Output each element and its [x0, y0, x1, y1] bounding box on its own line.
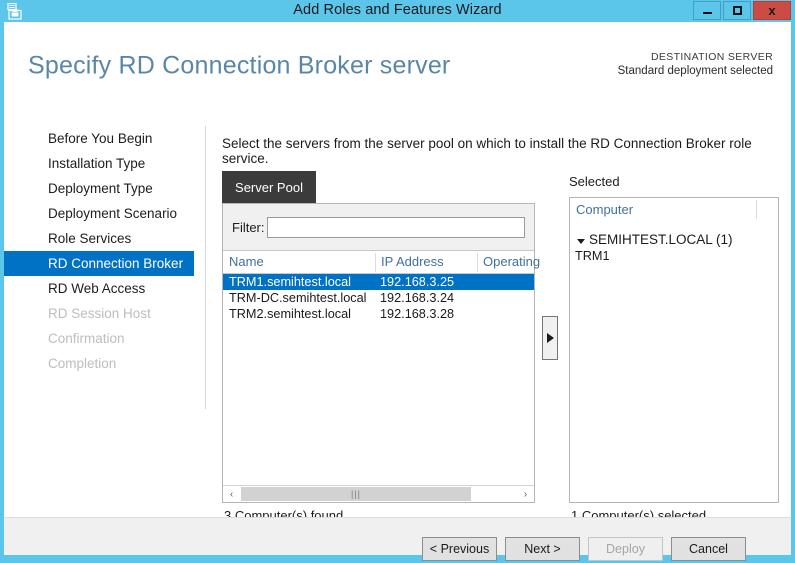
pool-column-headers: Name IP Address Operating	[223, 251, 540, 274]
selected-column-headers: Computer	[570, 198, 778, 221]
footer-bar: < Previous Next > Deploy Cancel	[4, 518, 791, 561]
table-row[interactable]: TRM-DC.semihtest.local 192.168.3.24	[223, 290, 534, 306]
instruction-text: Select the servers from the server pool …	[222, 136, 752, 166]
server-pool-panel: Filter: Name IP Address Operating TRM1.s…	[222, 203, 540, 503]
previous-button[interactable]: < Previous	[422, 537, 497, 561]
scrollbar-thumb[interactable]: |||	[241, 487, 471, 501]
maximize-button[interactable]	[723, 1, 751, 20]
sidebar-item-deployment-type[interactable]: Deployment Type	[4, 176, 200, 201]
wizard-steps-sidebar: Before You Begin Installation Type Deplo…	[4, 126, 200, 376]
sidebar-item-before-you-begin[interactable]: Before You Begin	[4, 126, 200, 151]
sidebar-item-installation-type[interactable]: Installation Type	[4, 151, 200, 176]
horizontal-scrollbar[interactable]: ‹ ||| ›	[223, 485, 534, 502]
column-divider	[477, 253, 478, 272]
selected-group-label[interactable]: SEMIHTEST.LOCAL (1)	[589, 232, 733, 247]
cell-name: TRM2.semihtest.local	[229, 307, 351, 321]
minimize-button[interactable]	[693, 1, 721, 20]
filter-row: Filter:	[223, 204, 534, 251]
destination-server-value: Standard deployment selected	[617, 65, 773, 77]
scroll-left-icon[interactable]: ‹	[223, 486, 240, 502]
column-header-computer[interactable]: Computer	[576, 202, 633, 217]
maximize-icon	[732, 6, 742, 15]
cell-name: TRM-DC.semihtest.local	[229, 291, 367, 305]
selected-servers-panel: Computer SEMIHTEST.LOCAL (1) TRM1	[569, 197, 779, 503]
cell-ip-address: 192.168.3.25	[380, 275, 455, 289]
window-controls: x	[693, 1, 791, 20]
sidebar-item-role-services[interactable]: Role Services	[4, 226, 200, 251]
add-arrow-icon	[546, 333, 554, 343]
destination-server-block: DESTINATION SERVER Standard deployment s…	[618, 50, 773, 78]
title-bar: Add Roles and Features Wizard x	[0, 0, 795, 22]
cell-ip-address: 192.168.3.28	[380, 307, 455, 321]
cell-ip-address: 192.168.3.24	[380, 291, 455, 305]
scroll-right-icon[interactable]: ›	[517, 486, 534, 502]
window-title: Add Roles and Features Wizard	[293, 2, 502, 18]
minimize-icon	[702, 12, 712, 14]
filter-input[interactable]	[267, 217, 525, 238]
sidebar-divider	[205, 126, 206, 409]
selected-server-item[interactable]: TRM1	[575, 249, 610, 263]
column-header-operating-system[interactable]: Operating	[483, 254, 540, 269]
column-header-name[interactable]: Name	[229, 254, 264, 269]
next-button[interactable]: Next >	[505, 537, 580, 561]
expander-collapse-icon[interactable]	[577, 239, 585, 244]
sidebar-item-rd-connection-broker[interactable]: RD Connection Broker	[4, 251, 194, 276]
wizard-window: Add Roles and Features Wizard x Specify …	[0, 0, 795, 563]
page-title: Specify RD Connection Broker server	[28, 51, 451, 80]
add-server-button[interactable]	[542, 316, 558, 360]
tab-server-pool[interactable]: Server Pool	[222, 171, 316, 203]
table-row[interactable]: TRM2.semihtest.local 192.168.3.28	[223, 306, 534, 322]
sidebar-item-completion: Completion	[48, 356, 117, 371]
server-list[interactable]: TRM1.semihtest.local 192.168.3.25 TRM-DC…	[223, 274, 534, 481]
destination-server-label: DESTINATION SERVER	[650, 51, 773, 63]
sidebar-item-deployment-scenario[interactable]: Deployment Scenario	[4, 201, 200, 226]
deploy-button: Deploy	[588, 537, 663, 561]
column-header-ip-address[interactable]: IP Address	[381, 254, 444, 269]
page-header: Specify RD Connection Broker server DEST…	[4, 22, 791, 94]
cancel-button[interactable]: Cancel	[671, 537, 746, 561]
table-row[interactable]: TRM1.semihtest.local 192.168.3.25	[223, 274, 534, 290]
window-body: Specify RD Connection Broker server DEST…	[4, 22, 791, 561]
sidebar-item-rd-web-access[interactable]: RD Web Access	[4, 276, 200, 301]
sidebar-item-confirmation: Confirmation	[48, 331, 125, 346]
column-divider	[756, 200, 757, 219]
cell-name: TRM1.semihtest.local	[229, 275, 351, 289]
sidebar-item-rd-session-host: RD Session Host	[48, 306, 151, 321]
column-divider	[375, 253, 376, 272]
close-button[interactable]: x	[753, 1, 791, 20]
selected-label: Selected	[569, 174, 620, 189]
filter-label: Filter:	[232, 220, 265, 235]
